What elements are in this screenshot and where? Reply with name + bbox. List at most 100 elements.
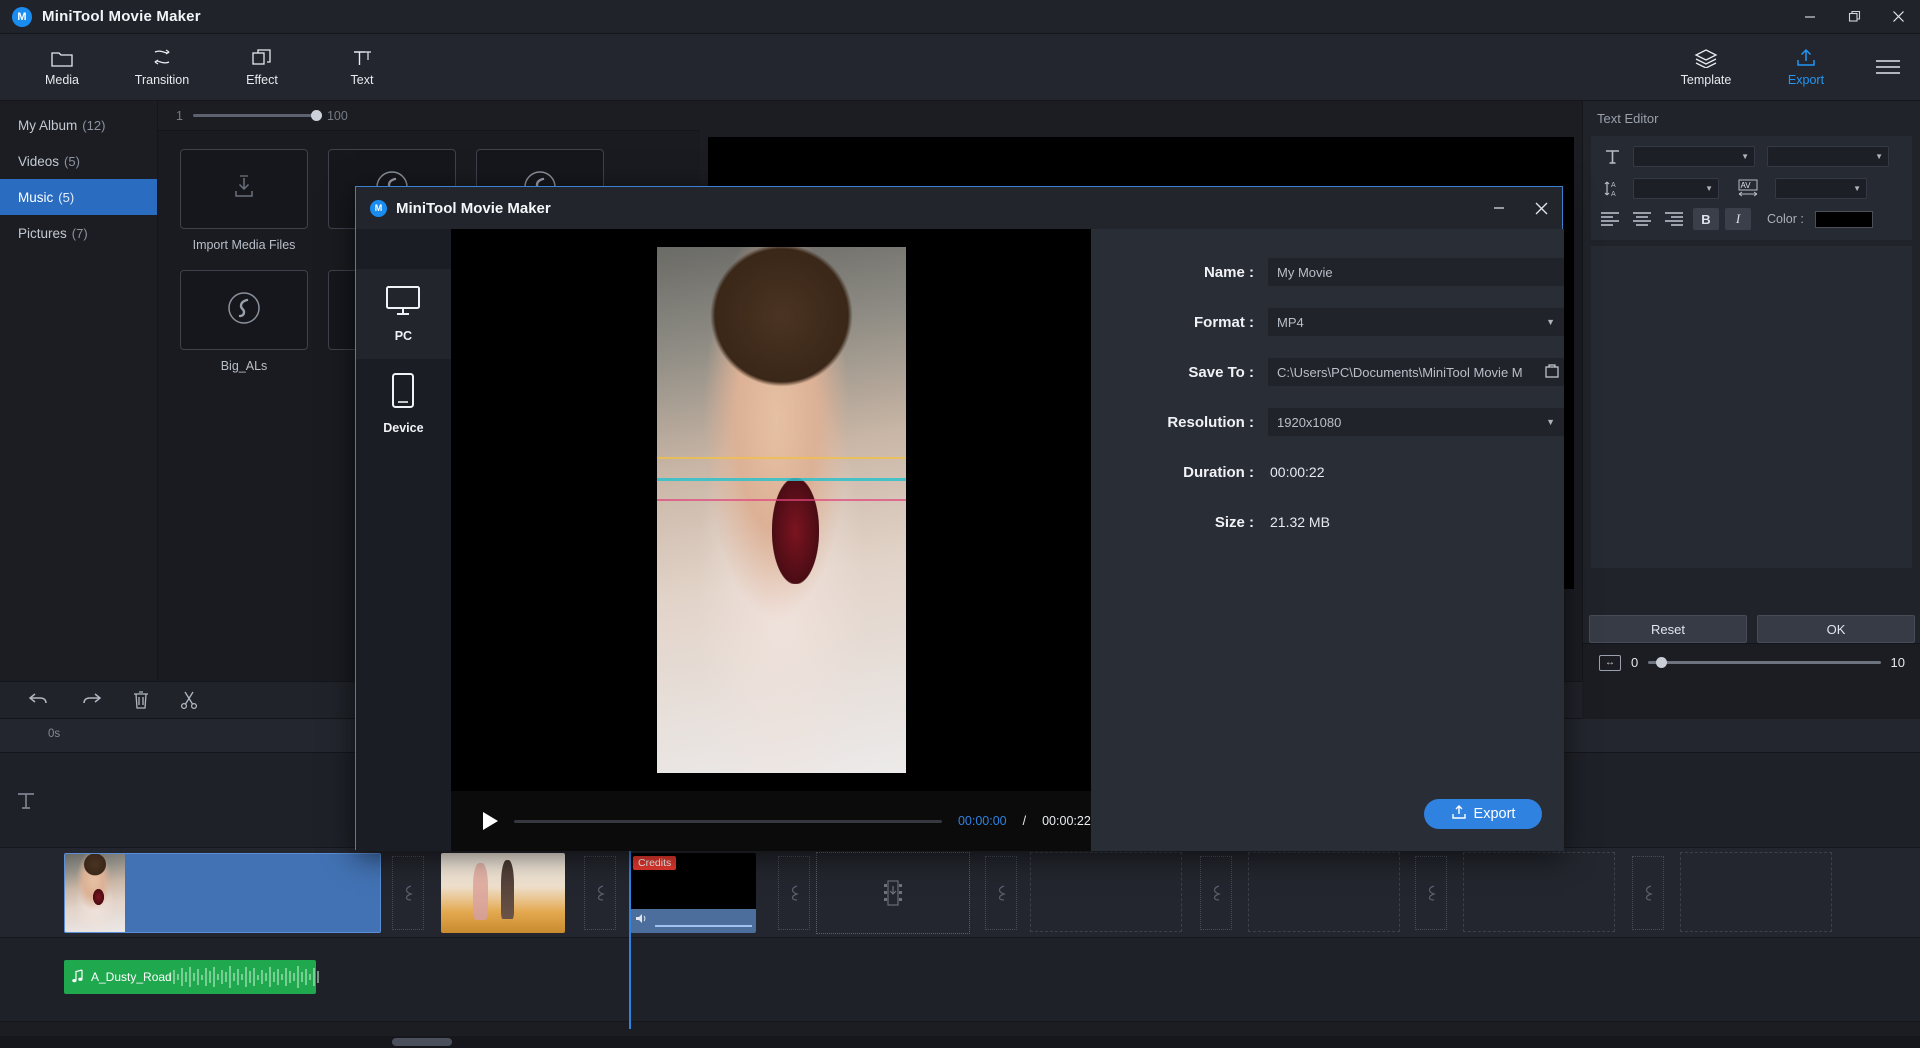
close-button[interactable] (1876, 0, 1920, 34)
fit-width-icon[interactable]: ↔ (1599, 655, 1621, 671)
slider-min-label: 1 (176, 109, 183, 123)
minimize-button[interactable] (1788, 0, 1832, 34)
color-swatch[interactable] (1815, 211, 1873, 228)
play-icon[interactable] (483, 812, 498, 830)
format-label: Format : (1091, 314, 1268, 331)
ok-button[interactable]: OK (1757, 615, 1915, 643)
transition-placeholder-icon[interactable] (778, 856, 810, 930)
italic-button[interactable]: I (1725, 208, 1751, 230)
reset-button[interactable]: Reset (1589, 615, 1747, 643)
media-cell-import[interactable]: Import Media Files (180, 149, 308, 252)
slider-knob[interactable] (311, 110, 322, 121)
dialog-close-button[interactable] (1520, 187, 1562, 229)
empty-media-slot[interactable] (1463, 852, 1615, 932)
media-cell-label-big-als: Big_ALs (180, 359, 308, 373)
list-item[interactable] (441, 853, 565, 933)
folder-browse-icon[interactable] (1544, 363, 1560, 382)
mobile-device-icon (389, 373, 417, 412)
export-target-label-device: Device (383, 421, 423, 435)
zoom-slider-knob[interactable] (1656, 657, 1667, 668)
undo-icon[interactable] (28, 691, 50, 709)
export-button[interactable]: Export (1424, 799, 1542, 829)
color-label: Color : (1767, 212, 1804, 226)
export-target-pc[interactable]: PC (356, 269, 451, 359)
font-family-select[interactable]: ▼ (1633, 146, 1755, 167)
name-field[interactable]: My Movie (1268, 258, 1564, 286)
line-spacing-select[interactable]: ▼ (1633, 178, 1719, 199)
split-scissors-icon[interactable] (180, 690, 198, 710)
toolbar-tab-transition[interactable]: Transition (112, 37, 212, 97)
format-value: MP4 (1277, 315, 1304, 330)
transition-placeholder-icon[interactable] (392, 856, 424, 930)
resolution-select[interactable]: 1920x1080 ▼ (1268, 408, 1564, 436)
volume-level-line (655, 925, 752, 927)
dialog-video-surface[interactable] (451, 229, 1113, 791)
video-frame (657, 247, 906, 773)
hamburger-menu-icon[interactable] (1856, 37, 1920, 97)
audio-clip[interactable]: A_Dusty_Road (64, 960, 316, 994)
letter-spacing-select[interactable]: ▼ (1775, 178, 1867, 199)
format-row: B I Color : (1597, 208, 1906, 230)
zoom-max-label: 10 (1891, 655, 1905, 670)
svg-text:A: A (1611, 191, 1616, 198)
add-media-placeholder-icon[interactable] (816, 852, 970, 934)
dialog-preview-area: 00:00:00 / 00:00:22 (451, 229, 1091, 851)
format-select[interactable]: MP4 ▼ (1268, 308, 1564, 336)
table-row[interactable] (64, 853, 381, 933)
thumbnail-size-slider-bar: 1 100 (158, 101, 700, 131)
sidebar-item-videos[interactable]: Videos (5) (0, 143, 157, 179)
bold-button[interactable]: B (1693, 208, 1719, 230)
sidebar-item-music[interactable]: Music (5) (0, 179, 157, 215)
toolbar-tab-effect[interactable]: Effect (212, 37, 312, 97)
export-settings-form: Name : My Movie Format : MP4 ▼ Save To : (1091, 229, 1564, 851)
thumbnail-size-slider[interactable] (193, 114, 317, 117)
slider-max-label: 100 (327, 109, 348, 123)
transition-placeholder-icon[interactable] (1415, 856, 1447, 930)
toolbar-label-effect: Effect (246, 73, 278, 87)
credits-clip[interactable]: Credits (630, 853, 756, 933)
timeline-horizontal-scrollbar[interactable] (0, 1036, 1920, 1048)
status-badge: Credits (633, 856, 676, 870)
import-media-thumb[interactable] (180, 149, 308, 229)
redo-icon[interactable] (80, 691, 102, 709)
align-right-icon[interactable] (1661, 208, 1687, 230)
font-style-select[interactable]: ▼ (1767, 146, 1889, 167)
maximize-restore-button[interactable] (1832, 0, 1876, 34)
text-editor-canvas[interactable] (1591, 246, 1912, 568)
timeline-zoom-slider[interactable] (1648, 661, 1880, 664)
sidebar-label-videos: Videos (18, 154, 59, 169)
title-bar: M MiniTool Movie Maker (0, 0, 1920, 34)
effect-icon (251, 48, 273, 68)
playback-progress-bar[interactable] (514, 820, 942, 823)
export-button-label: Export (1474, 806, 1516, 822)
toolbar-tab-text[interactable]: Text (312, 37, 412, 97)
sidebar-label-my-album: My Album (18, 118, 77, 133)
size-value: 21.32 MB (1268, 514, 1330, 530)
transition-placeholder-icon[interactable] (1200, 856, 1232, 930)
transition-placeholder-icon[interactable] (985, 856, 1017, 930)
empty-media-slot[interactable] (1680, 852, 1832, 932)
export-target-device[interactable]: Device (356, 359, 451, 449)
total-time-label: 00:00:22 (1042, 814, 1091, 828)
sidebar-item-pictures[interactable]: Pictures (7) (0, 215, 157, 251)
dialog-minimize-button[interactable] (1478, 187, 1520, 229)
toolbar-tab-media[interactable]: Media (12, 37, 112, 97)
delete-trash-icon[interactable] (132, 690, 150, 710)
transition-placeholder-icon[interactable] (584, 856, 616, 930)
export-upload-icon (1451, 805, 1467, 824)
export-upload-icon (1795, 48, 1817, 68)
chevron-down-icon: ▼ (1546, 317, 1555, 327)
audio-thumb[interactable] (180, 270, 308, 350)
toolbar-label-export: Export (1788, 73, 1824, 87)
save-to-field[interactable]: C:\Users\PC\Documents\MiniTool Movie M (1268, 358, 1564, 386)
transition-placeholder-icon[interactable] (1632, 856, 1664, 930)
toolbar-tab-export[interactable]: Export (1756, 37, 1856, 97)
align-center-icon[interactable] (1629, 208, 1655, 230)
media-cell-big-als[interactable]: Big_ALs (180, 270, 308, 373)
toolbar-tab-template[interactable]: Template (1656, 37, 1756, 97)
align-left-icon[interactable] (1597, 208, 1623, 230)
empty-media-slot[interactable] (1248, 852, 1400, 932)
empty-media-slot[interactable] (1030, 852, 1182, 932)
scrollbar-thumb[interactable] (392, 1038, 452, 1046)
sidebar-item-my-album[interactable]: My Album (12) (0, 107, 157, 143)
